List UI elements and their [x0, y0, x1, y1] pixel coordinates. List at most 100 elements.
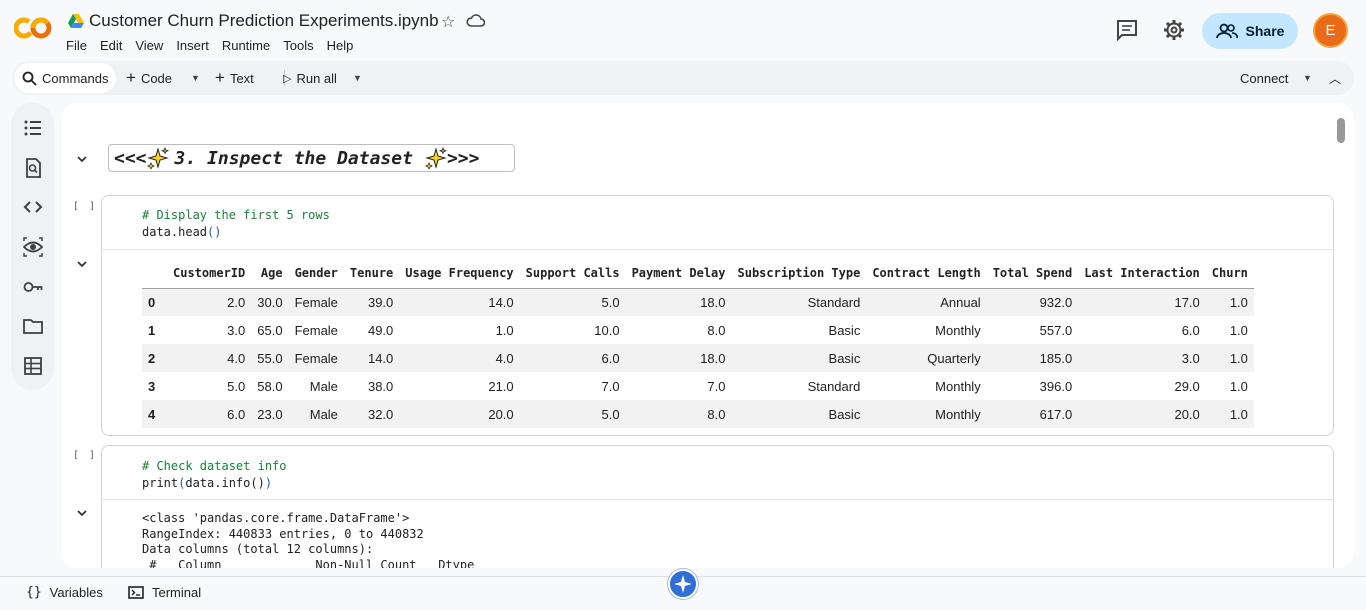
table-cell: Basic — [731, 344, 867, 372]
notebook-toolbar: Commands + Code ▼ + Text ▷ Run all ▼ Con… — [12, 61, 1354, 95]
account-avatar[interactable]: E — [1313, 13, 1348, 48]
variables-button[interactable]: {} Variables — [26, 585, 103, 600]
commands-button[interactable]: Commands — [14, 63, 117, 93]
secrets-key-icon[interactable] — [23, 277, 43, 297]
add-code-button[interactable]: + Code — [126, 61, 172, 95]
table-cell: 17.0 — [1078, 288, 1206, 316]
table-cell: 7.0 — [601, 378, 620, 394]
table-cell: Standard — [731, 288, 867, 316]
table-cell: 18.0 — [625, 344, 732, 372]
output-collapse-chevron-icon[interactable] — [75, 259, 89, 269]
table-cell: 1.0 — [1205, 344, 1254, 372]
table-cell: 20.0 — [399, 400, 520, 428]
terminal-button[interactable]: Terminal — [128, 585, 201, 600]
notebook-scrollbar[interactable] — [1337, 118, 1345, 143]
code-cell-info[interactable]: # Check dataset info print(data.info()) … — [101, 445, 1334, 568]
share-button[interactable]: Share — [1202, 13, 1298, 49]
output-collapse-chevron-icon[interactable] — [75, 508, 89, 518]
column-header: Tenure — [349, 265, 394, 280]
column-header: CustomerID — [173, 265, 246, 280]
table-cell: 14.0 — [399, 288, 520, 316]
table-cell: 65.0 — [257, 322, 283, 338]
table-cell: 1.0 — [495, 322, 514, 338]
row-index-cell: 4 — [142, 400, 167, 428]
row-index-cell: 2 — [142, 344, 167, 372]
table-cell: Basic — [731, 400, 867, 428]
row-index-cell: 1 — [148, 322, 156, 338]
table-cell: 557.0 — [1039, 322, 1073, 338]
table-cell: 10.0 — [594, 322, 620, 338]
column-header: Subscription Type — [737, 265, 861, 280]
table-cell: Female — [294, 322, 338, 338]
table-cell: 39.0 — [343, 288, 400, 316]
add-code-label: Code — [140, 70, 173, 86]
code-editor[interactable]: # Check dataset info print(data.info()) — [142, 458, 287, 492]
collapse-header-chevron-icon[interactable]: ︿ — [1329, 61, 1341, 95]
table-cell: 18.0 — [625, 288, 732, 316]
table-cell: 7.0 — [707, 378, 726, 394]
menu-insert[interactable]: Insert — [176, 38, 209, 53]
code-comment: # Display the first 5 rows — [142, 208, 330, 222]
menu-tools[interactable]: Tools — [283, 38, 313, 53]
variables-inspector-icon[interactable] — [23, 237, 43, 257]
star-icon[interactable]: ☆ — [441, 12, 455, 32]
code-function: print — [142, 476, 179, 490]
code-cell-head[interactable]: # Display the first 5 rows data.head() C… — [101, 195, 1334, 436]
table-cell: 6.0 — [519, 344, 626, 372]
add-text-button[interactable]: + Text — [215, 61, 254, 95]
heading-prefix: <<< — [114, 147, 147, 169]
menu-edit[interactable]: Edit — [100, 38, 122, 53]
table-cell: 3.0 — [227, 322, 246, 338]
colab-logo-icon[interactable] — [14, 14, 52, 42]
menu-file[interactable]: File — [66, 38, 87, 53]
settings-gear-icon[interactable] — [1163, 19, 1185, 41]
section-collapse-chevron-icon[interactable] — [75, 154, 89, 164]
table-row: 1 3.0 65.0 Female 49.0 1.0 10.0 8.0 Basic Monthly… — [142, 316, 1254, 344]
table-cell: 4.0 — [399, 344, 520, 372]
table-of-contents-icon[interactable] — [23, 118, 43, 138]
run-all-dropdown-caret-icon[interactable]: ▼ — [353, 61, 362, 95]
code-dropdown-caret-icon[interactable]: ▼ — [191, 61, 200, 95]
run-all-button[interactable]: ▷ Run all — [283, 61, 337, 95]
table-cell: 6.0 — [167, 400, 252, 428]
table-row: 2 4.0 55.0 Female 14.0 4.0 6.0 18.0 Basic Quarter… — [142, 344, 1254, 372]
add-text-label: Text — [229, 70, 254, 86]
cloud-saved-icon[interactable] — [466, 13, 485, 29]
menu-runtime[interactable]: Runtime — [222, 38, 270, 53]
code-editor[interactable]: # Display the first 5 rows data.head() — [142, 207, 330, 241]
table-cell: 30.0 — [251, 288, 289, 316]
table-cell: 29.0 — [1174, 378, 1200, 394]
code-snippets-icon[interactable] — [23, 197, 43, 217]
table-cell: Standard — [807, 378, 861, 394]
table-cell: 38.0 — [367, 378, 394, 394]
notebook-area[interactable]: <<< 3. Inspect the Dataset >>> [ ] # Dis… — [61, 103, 1354, 568]
find-replace-icon[interactable] — [23, 158, 43, 178]
gemini-assistant-button[interactable] — [668, 569, 698, 599]
code-call: data.head — [142, 225, 208, 239]
table-cell: 396.0 — [1039, 378, 1073, 394]
search-icon — [22, 71, 37, 86]
files-folder-icon[interactable] — [23, 316, 43, 336]
menu-help[interactable]: Help — [327, 38, 354, 53]
menu-bar: File Edit View Insert Runtime Tools Help — [66, 38, 366, 53]
menu-view[interactable]: View — [135, 38, 163, 53]
connect-button[interactable]: Connect — [1240, 61, 1288, 95]
column-header: Churn — [1211, 265, 1248, 280]
connect-dropdown-caret-icon[interactable]: ▼ — [1303, 61, 1312, 95]
cell-run-indicator[interactable]: [ ] — [73, 450, 97, 461]
sparkles-emoji-icon — [425, 147, 447, 169]
table-cell: 932.0 — [986, 288, 1079, 316]
notebook-title[interactable]: Customer Churn Prediction Experiments.ip… — [89, 11, 439, 31]
table-cell: 1.0 — [1205, 288, 1254, 316]
data-table-icon[interactable] — [23, 356, 43, 376]
table-cell: 5.0 — [519, 400, 626, 428]
comments-icon[interactable] — [1116, 19, 1138, 41]
column-header — [142, 258, 167, 288]
table-body: 0 2.0 30.0 Female 39.0 14.0 5.0 18.0 Standard Ann… — [142, 288, 1254, 428]
output-line: <class 'pandas.core.frame.DataFrame'> — [142, 511, 410, 525]
left-sidebar-rail — [11, 103, 54, 390]
section-heading: <<< 3. Inspect the Dataset >>> — [108, 144, 515, 172]
row-index-cell: 0 — [142, 288, 167, 316]
cell-run-indicator[interactable]: [ ] — [73, 201, 97, 212]
column-header: Gender — [294, 265, 338, 280]
